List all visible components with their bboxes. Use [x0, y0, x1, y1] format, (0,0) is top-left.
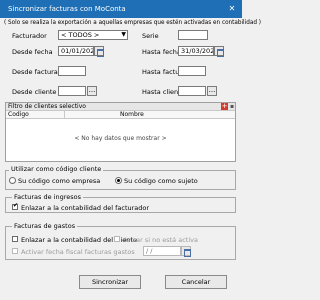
close-icon[interactable]: ✕	[226, 3, 238, 14]
enlazar-facturador-checkbox[interactable]	[12, 202, 18, 210]
calendar-icon[interactable]	[214, 46, 224, 57]
add-icon[interactable]: +	[221, 103, 228, 110]
gastos-title: Facturas de gastos	[12, 222, 78, 230]
empty-grid-message: < No hay datos que mostrar >	[74, 135, 167, 142]
hasta-factura-input[interactable]	[178, 66, 206, 76]
column-header-codigo[interactable]: Codigo	[8, 111, 29, 119]
hasta-cliente-input[interactable]	[178, 86, 206, 96]
calendar-icon[interactable]	[181, 246, 191, 257]
column-divider	[64, 111, 65, 119]
hasta-fecha-label: Hasta fecha	[142, 48, 181, 56]
desde-fecha-label: Desde fecha	[12, 48, 53, 56]
codigo-cliente-title: Utilizar como código cliente	[9, 165, 104, 173]
client-filter-title: Filtro de clientes selectivo	[8, 103, 86, 110]
facturador-select[interactable]: < TODOS > ▼	[58, 30, 128, 40]
avisar-label: Avisar si no está activa	[123, 236, 198, 244]
window-title: Sincronizar facturas con MoConta	[0, 0, 242, 18]
avisar-checkbox[interactable]	[114, 236, 120, 242]
serie-input[interactable]	[178, 30, 208, 40]
activar-fecha-fiscal-checkbox[interactable]	[12, 248, 18, 254]
enlazar-facturador-label[interactable]: Enlazar a la contabilidad del facturador	[21, 204, 149, 212]
activar-fecha-fiscal-label: Activar fecha fiscal facturas gastos	[21, 248, 135, 256]
radio-codigo-sujeto[interactable]	[115, 177, 122, 184]
desde-cliente-input[interactable]	[58, 86, 86, 96]
serie-label: Serie	[142, 32, 159, 40]
cancelar-button[interactable]: Cancelar	[165, 275, 227, 289]
radio-codigo-empresa[interactable]	[9, 177, 16, 184]
hasta-fecha-input[interactable]: 31/03/2026	[178, 46, 214, 56]
desde-cliente-lookup-button[interactable]: ...	[87, 86, 97, 96]
calendar-icon[interactable]	[94, 46, 104, 57]
sincronizar-button[interactable]: Sincronizar	[79, 275, 141, 289]
radio-codigo-empresa-label[interactable]: Su código como empresa	[18, 177, 100, 185]
chevron-down-icon: ▼	[121, 31, 126, 38]
radio-codigo-sujeto-label[interactable]: Su código como sujeto	[124, 177, 198, 185]
facturador-value: < TODOS >	[61, 31, 100, 39]
enlazar-cliente-checkbox[interactable]	[12, 236, 18, 242]
desde-factura-label: Desde factura	[12, 68, 58, 76]
desde-factura-input[interactable]	[58, 66, 86, 76]
ingresos-title: Facturas de ingresos	[12, 193, 83, 201]
hasta-cliente-lookup-button[interactable]: ...	[207, 86, 217, 96]
remove-icon[interactable]: ▪	[229, 103, 235, 110]
facturador-label: Facturador	[12, 32, 47, 40]
fecha-fiscal-input[interactable]: / /	[143, 246, 181, 256]
export-note: ( Solo se realiza la exportación a aquel…	[4, 20, 261, 26]
desde-fecha-input[interactable]: 01/01/2026	[58, 46, 94, 56]
column-header-nombre[interactable]: Nombre	[120, 111, 144, 119]
desde-cliente-label: Desde cliente	[12, 88, 57, 96]
